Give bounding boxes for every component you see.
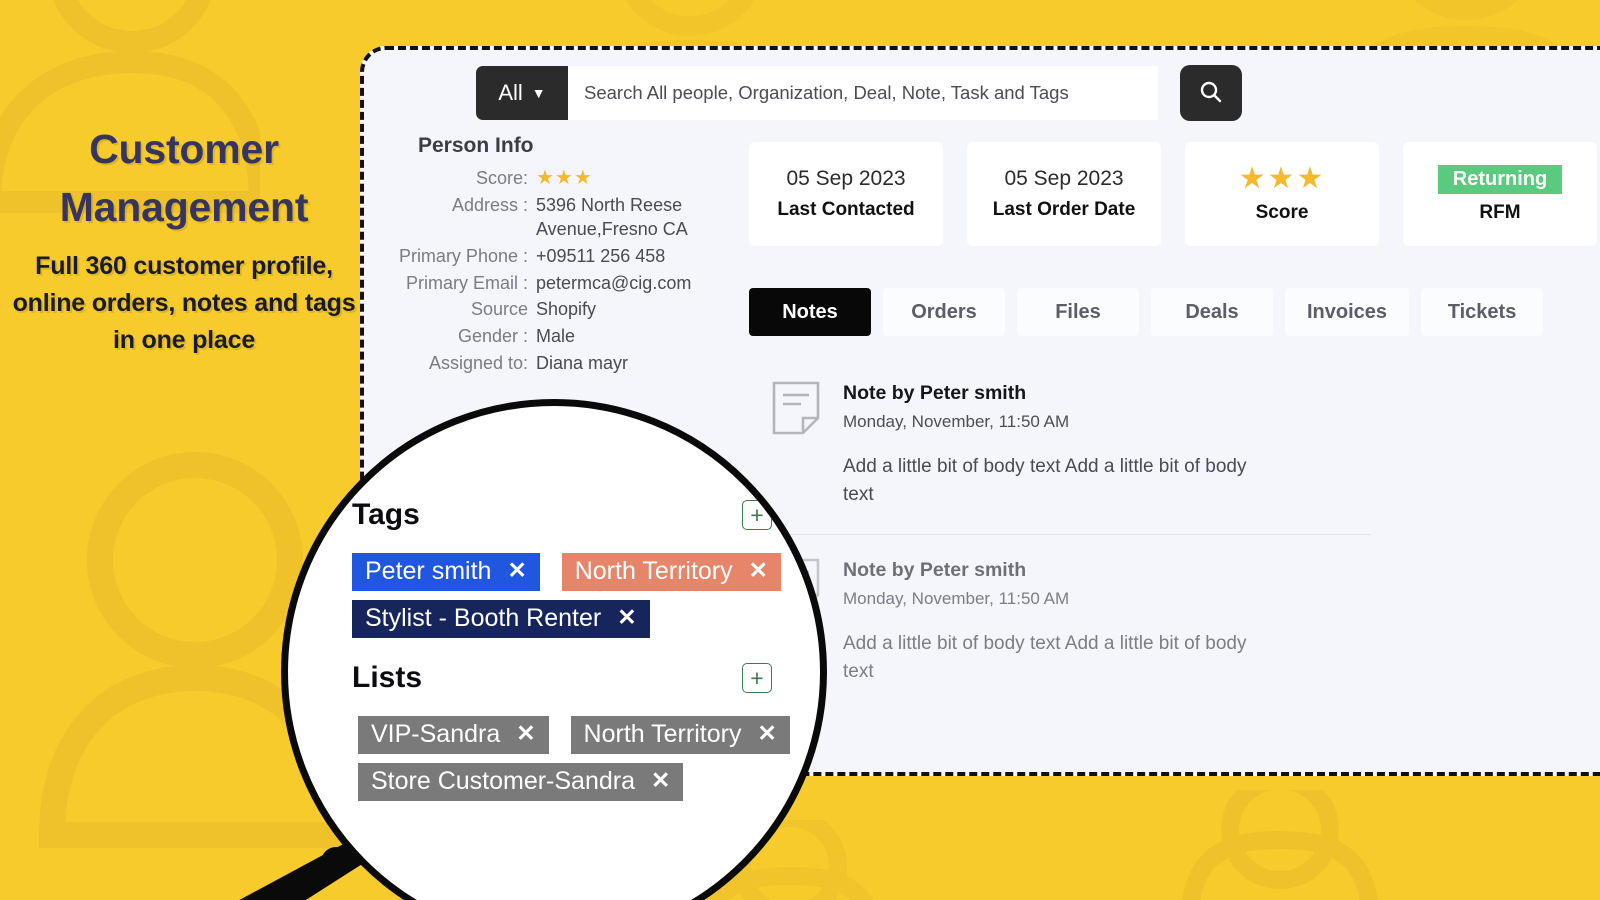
- lists-section-header: Lists +: [352, 661, 772, 695]
- person-info-row-phone: Primary Phone : +09511 256 458: [384, 245, 724, 269]
- search-scope-dropdown[interactable]: All ▼: [476, 66, 568, 120]
- person-info-value: Diana mayr: [536, 352, 629, 373]
- stat-value: 05 Sep 2023: [1004, 167, 1124, 190]
- person-info-value: petermca@cig.com: [536, 272, 692, 293]
- stat-label: Last Order Date: [992, 199, 1136, 220]
- person-info-value: Shopify: [536, 299, 597, 320]
- score-stars-icon: ★★★: [1238, 162, 1326, 195]
- stat-card-last-contacted: 05 Sep 2023 Last Contacted: [749, 142, 943, 246]
- stat-label: Score: [1255, 202, 1309, 223]
- tag-label: Stylist - Booth Renter: [365, 604, 602, 632]
- tab-deals[interactable]: Deals: [1151, 288, 1273, 336]
- close-icon[interactable]: ✕: [651, 767, 670, 794]
- person-info-label: Score:: [475, 168, 528, 188]
- person-info-label: Assigned to:: [428, 352, 528, 373]
- search-scope-label: All: [498, 80, 523, 105]
- stat-card-score: ★★★ Score: [1185, 142, 1379, 246]
- person-info-row-assigned: Assigned to: Diana mayr: [384, 352, 724, 376]
- close-icon[interactable]: ✕: [749, 557, 768, 584]
- stat-label: RFM: [1479, 201, 1521, 223]
- note-item[interactable]: Note by Peter smith Monday, November, 11…: [749, 358, 1549, 534]
- person-info-label: Primary Email :: [405, 272, 528, 293]
- status-badge: Returning: [1437, 164, 1563, 194]
- add-tag-button[interactable]: +: [742, 500, 772, 530]
- add-list-button[interactable]: +: [742, 663, 772, 693]
- page-title: Customer Management: [59, 126, 309, 231]
- tag-label: Peter smith: [365, 557, 492, 585]
- search-button[interactable]: [1180, 65, 1242, 121]
- stat-value: 05 Sep 2023: [786, 167, 906, 190]
- tab-invoices[interactable]: Invoices: [1285, 288, 1410, 336]
- score-stars-icon: ★★★: [536, 167, 593, 189]
- stat-card-rfm: Returning RFM: [1403, 142, 1597, 246]
- close-icon[interactable]: ✕: [516, 720, 535, 747]
- list-label: VIP-Sandra: [371, 720, 501, 748]
- plus-icon: +: [750, 501, 764, 528]
- list-label: Store Customer-Sandra: [371, 767, 636, 795]
- list-label: North Territory: [583, 720, 742, 748]
- global-search-bar: All ▼: [476, 65, 1242, 121]
- magnifier-lens: Tags + Peter smith ✕ North Territory ✕ S…: [281, 399, 827, 900]
- close-icon[interactable]: ✕: [507, 557, 526, 584]
- tags-section-header: Tags +: [352, 498, 772, 532]
- person-info-panel: Person Info Score: ★★★ Address : 5396 No…: [384, 134, 724, 379]
- note-item[interactable]: Note by Peter smith Monday, November, 11…: [749, 535, 1549, 711]
- lists-heading: Lists: [352, 661, 423, 694]
- tags-chip-list: Peter smith ✕ North Territory ✕ Stylist …: [352, 553, 792, 638]
- stat-card-row: 05 Sep 2023 Last Contacted 05 Sep 2023 L…: [749, 142, 1597, 246]
- note-timestamp: Monday, November, 11:50 AM: [843, 412, 1070, 431]
- person-info-row-address: Address : 5396 North Reese Avenue,Fresno…: [384, 194, 724, 242]
- person-info-row-gender: Gender : Male: [384, 325, 724, 349]
- tags-heading: Tags: [352, 498, 420, 531]
- tag-chip[interactable]: Peter smith ✕: [352, 553, 540, 591]
- lists-chip-list: VIP-Sandra ✕ North Territory ✕ Store Cus…: [358, 716, 798, 801]
- tab-files[interactable]: Files: [1017, 288, 1139, 336]
- search-icon: [1198, 79, 1224, 108]
- note-text: Add a little bit of body text Add a litt…: [843, 456, 1247, 505]
- person-info-label: Address :: [451, 195, 528, 216]
- tab-tickets[interactable]: Tickets: [1421, 288, 1544, 336]
- search-input[interactable]: [568, 66, 1158, 120]
- promo-subtitle: Full 360 customer profile, online orders…: [12, 252, 356, 355]
- tab-notes[interactable]: Notes: [749, 288, 871, 336]
- person-info-heading: Person Info: [418, 134, 534, 157]
- person-info-row-email: Primary Email : petermca@cig.com: [384, 272, 724, 296]
- person-info-value: Male: [536, 326, 576, 347]
- chevron-down-icon: ▼: [531, 85, 546, 101]
- promo-banner: Customer Management Full 360 customer pr…: [0, 0, 1600, 900]
- list-chip[interactable]: Store Customer-Sandra ✕: [358, 763, 684, 801]
- tag-chip[interactable]: Stylist - Booth Renter ✕: [352, 600, 650, 638]
- person-info-value: +09511 256 458: [536, 245, 666, 266]
- list-chip[interactable]: VIP-Sandra ✕: [358, 716, 549, 754]
- tag-label: North Territory: [574, 557, 733, 585]
- person-info-label: Gender :: [457, 326, 528, 347]
- promo-text-block: Customer Management Full 360 customer pr…: [8, 120, 360, 359]
- stat-label: Last Contacted: [777, 199, 915, 220]
- person-info-label: Source: [470, 299, 528, 320]
- close-icon[interactable]: ✕: [617, 604, 636, 631]
- note-timestamp: Monday, November, 11:50 AM: [843, 589, 1070, 609]
- notes-list: Note by Peter smith Monday, November, 11…: [749, 358, 1549, 711]
- person-info-value: 5396 North Reese Avenue,Fresno CA: [536, 195, 688, 240]
- decorative-person-icon-bottom-right: [1180, 790, 1380, 900]
- stat-card-last-order-date: 05 Sep 2023 Last Order Date: [967, 142, 1161, 246]
- note-title: Note by Peter smith: [843, 382, 1027, 404]
- person-info-label: Primary Phone :: [398, 245, 528, 266]
- person-info-row-source: Source Shopify: [384, 298, 724, 322]
- note-text: Add a little bit of body text Add a litt…: [843, 633, 1247, 682]
- tab-orders[interactable]: Orders: [883, 288, 1005, 336]
- note-title: Note by Peter smith: [843, 559, 1027, 582]
- person-info-row-score: Score: ★★★: [384, 165, 724, 191]
- close-icon[interactable]: ✕: [757, 720, 776, 747]
- tag-chip[interactable]: North Territory ✕: [561, 553, 781, 591]
- list-chip[interactable]: North Territory ✕: [570, 716, 790, 754]
- plus-icon: +: [750, 664, 764, 691]
- detail-tabs: Notes Orders Files Deals Invoices Ticket…: [749, 288, 1544, 336]
